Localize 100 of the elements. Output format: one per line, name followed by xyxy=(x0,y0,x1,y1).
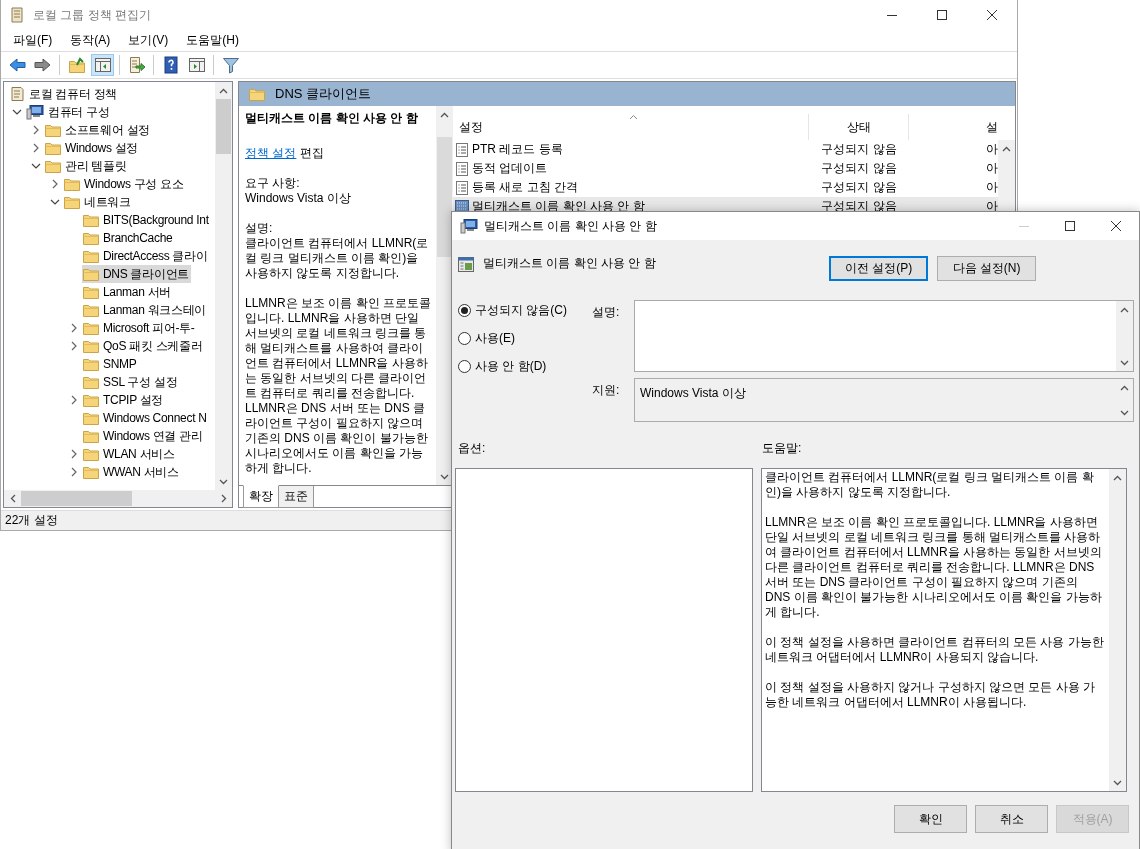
radio-option[interactable]: 구성되지 않음(C) xyxy=(458,302,592,318)
tree-item[interactable]: DNS 클라이언트 xyxy=(82,265,191,283)
setting-comment: 아 xyxy=(985,198,998,215)
column-header[interactable]: 상태 xyxy=(809,114,909,140)
action-pane-icon xyxy=(187,56,206,74)
requirement-label: 요구 사항: xyxy=(245,176,301,191)
folder-icon xyxy=(83,375,99,389)
tree-item[interactable]: 컴퓨터 구성 xyxy=(25,103,112,121)
tree-item[interactable]: SNMP xyxy=(82,355,139,373)
tree-item[interactable]: 네트워크 xyxy=(63,193,133,211)
tree-pane-icon xyxy=(93,56,112,74)
tree-item[interactable]: Microsoft 피어-투- xyxy=(82,319,197,337)
options-label: 옵션: xyxy=(458,440,487,457)
menu-item[interactable]: 보기(V) xyxy=(120,30,177,51)
tree-item[interactable]: Windows 연결 관리 xyxy=(82,427,205,445)
setting-state: 구성되지 않음 xyxy=(820,160,898,177)
tree-item[interactable]: WWAN 서비스 xyxy=(82,463,181,481)
view-tab[interactable]: 확장 xyxy=(243,485,279,508)
window-title: 로컬 그룹 정책 편집기 xyxy=(33,6,152,24)
tree-item[interactable]: 관리 템플릿 xyxy=(44,157,129,175)
tree-item[interactable]: DirectAccess 클라이 xyxy=(82,247,210,265)
comment-field[interactable] xyxy=(634,300,1134,372)
status-text: 22개 설정 xyxy=(5,512,58,529)
toolbar-button[interactable] xyxy=(91,54,114,76)
tree-item[interactable]: Windows 구성 요소 xyxy=(63,175,186,193)
collapse-chevron-icon[interactable] xyxy=(49,197,60,207)
description-text: LLMNR은 보조 이름 확인 프로토콜입니다. LLMNR을 사용하면 단일 서브넷의 로컬 네트워크 링크를 통해 멀티캐스트를 사용하여 클라이언트 컴퓨터에서 LLMNR을 사용하는 동일한 서브넷의 다른 클라이언트 컴퓨터로 쿼리를 전송합니다. LLMNR은 DNS 서버 또는 DNS 클라이언트 구성이 필요하지 않으며 기존의 DNS 이름 확인이 불가능한 시나리오에서도 이름 확인을 가능하게 합니다. xyxy=(245,296,432,476)
scrollbar-thumb[interactable] xyxy=(21,491,132,506)
tree-item[interactable]: SSL 구성 설정 xyxy=(82,373,180,391)
close-icon[interactable] xyxy=(1111,221,1121,231)
folder-icon xyxy=(83,465,99,479)
radio-button[interactable] xyxy=(458,331,471,345)
policy-title: 멀티캐스트 이름 확인 사용 안 함 xyxy=(245,111,419,126)
radio-option[interactable]: 사용(E) xyxy=(458,330,592,346)
menu-item[interactable]: 파일(F) xyxy=(5,30,61,51)
scrollbar-thumb[interactable] xyxy=(216,99,231,154)
vertical-scrollbar[interactable] xyxy=(215,82,232,490)
nav-button[interactable]: 이전 설정(P) xyxy=(829,256,928,281)
scrollbar-thumb[interactable] xyxy=(437,137,452,257)
policy-heading: 멀티캐스트 이름 확인 사용 안 함 xyxy=(483,255,656,272)
requirement-text: Windows Vista 이상 xyxy=(245,191,352,206)
tree-item[interactable]: Windows 설정 xyxy=(44,139,140,157)
folder-icon xyxy=(83,285,99,299)
folder-icon xyxy=(83,249,99,263)
support-label: 지원: xyxy=(592,382,621,399)
help-text: 이 정책 설정을 사용하면 클라이언트 컴퓨터의 모든 사용 가능한 네트워크 어댑터에서 LLMNR이 사용되지 않습니다. xyxy=(765,635,1105,665)
folder-icon xyxy=(83,267,99,281)
forward-arrow-icon xyxy=(33,56,52,74)
tree-item[interactable]: Windows Connect N xyxy=(82,409,209,427)
maximize-icon[interactable] xyxy=(937,10,947,20)
setting-row[interactable]: 동적 업데이트 구성되지 않음 아 xyxy=(453,159,998,178)
view-tab[interactable]: 표준 xyxy=(278,486,314,508)
filter-icon xyxy=(221,56,240,74)
tree-item[interactable]: WLAN 서비스 xyxy=(82,445,177,463)
menu-item[interactable]: 동작(A) xyxy=(62,30,119,51)
tree-item[interactable]: TCPIP 설정 xyxy=(82,391,166,409)
tree-item[interactable]: 로컬 컴퓨터 정책 xyxy=(8,85,119,103)
folder-icon xyxy=(83,447,99,461)
dialog-button[interactable]: 취소 xyxy=(975,805,1048,833)
tree-item[interactable]: 소프트웨어 설정 xyxy=(44,121,152,139)
back-arrow-icon xyxy=(7,56,26,74)
vertical-scrollbar[interactable] xyxy=(1109,469,1126,791)
help-book-icon xyxy=(161,56,180,74)
radio-option[interactable]: 사용 안 함(D) xyxy=(458,358,592,374)
setting-state: 구성되지 않음 xyxy=(820,141,898,158)
computer-icon xyxy=(460,218,478,234)
column-header[interactable]: 설정 xyxy=(453,114,809,140)
horizontal-scrollbar[interactable] xyxy=(4,490,232,507)
tree-item[interactable]: QoS 패킷 스케줄러 xyxy=(82,337,205,355)
close-icon[interactable] xyxy=(987,10,997,20)
column-header[interactable]: 설 xyxy=(909,114,998,140)
dialog-button[interactable]: 확인 xyxy=(894,805,967,833)
policy-settings-link[interactable]: 정책 설정 xyxy=(245,146,297,160)
tree-item[interactable]: Lanman 서버 xyxy=(82,283,173,301)
maximize-icon[interactable] xyxy=(1065,221,1075,231)
folder-icon xyxy=(83,429,99,443)
setting-row[interactable]: PTR 레코드 등록 구성되지 않음 아 xyxy=(453,140,998,159)
folder-icon xyxy=(45,159,61,173)
vertical-scrollbar[interactable] xyxy=(436,106,453,485)
export-list-icon xyxy=(127,56,146,74)
nav-button[interactable]: 다음 설정(N) xyxy=(937,256,1036,281)
tree-item[interactable]: BITS(Background Int xyxy=(82,211,211,229)
tree-item[interactable]: Lanman 워크스테이 xyxy=(82,301,209,319)
vertical-scrollbar[interactable] xyxy=(1116,301,1133,371)
support-text: Windows Vista 이상 xyxy=(640,386,746,400)
menu-item[interactable]: 도움말(H) xyxy=(178,30,247,51)
help-text: 이 정책 설정을 사용하지 않거나 구성하지 않으면 모든 사용 가능한 네트워크 어댑터에서 LLMNR이 사용됩니다. xyxy=(765,680,1096,710)
radio-button[interactable] xyxy=(458,303,471,317)
document-icon xyxy=(9,86,25,102)
collapse-chevron-icon[interactable] xyxy=(30,161,41,171)
folder-icon xyxy=(83,411,99,425)
folder-icon xyxy=(83,213,99,227)
radio-button[interactable] xyxy=(458,359,471,373)
setting-row[interactable]: 등록 새로 고침 간격 구성되지 않음 아 xyxy=(453,178,998,197)
collapse-chevron-icon[interactable] xyxy=(11,107,22,117)
help-text: LLMNR은 보조 이름 확인 프로토콜입니다. LLMNR을 사용하면 단일 서브넷의 로컬 네트워크 링크를 통해 멀티캐스트를 사용하여 클라이언트 컴퓨터에서 LLMNR을 사용하는 동일한 서브넷의 다른 클라이언트 컴퓨터로 쿼리를 전송합니다. LLMNR은 DNS 서버 또는 DNS 클라이언트 구성이 필요하지 않으며 기존의 DNS 이름 확인이 불가능한 시나리오에서도 이름 확인을 가능하게 합니다. xyxy=(765,515,1103,620)
setting-name: PTR 레코드 등록 xyxy=(472,141,563,158)
tree-item[interactable]: BranchCache xyxy=(82,229,175,247)
folder-icon xyxy=(83,231,99,245)
scroll-icon xyxy=(9,6,25,24)
